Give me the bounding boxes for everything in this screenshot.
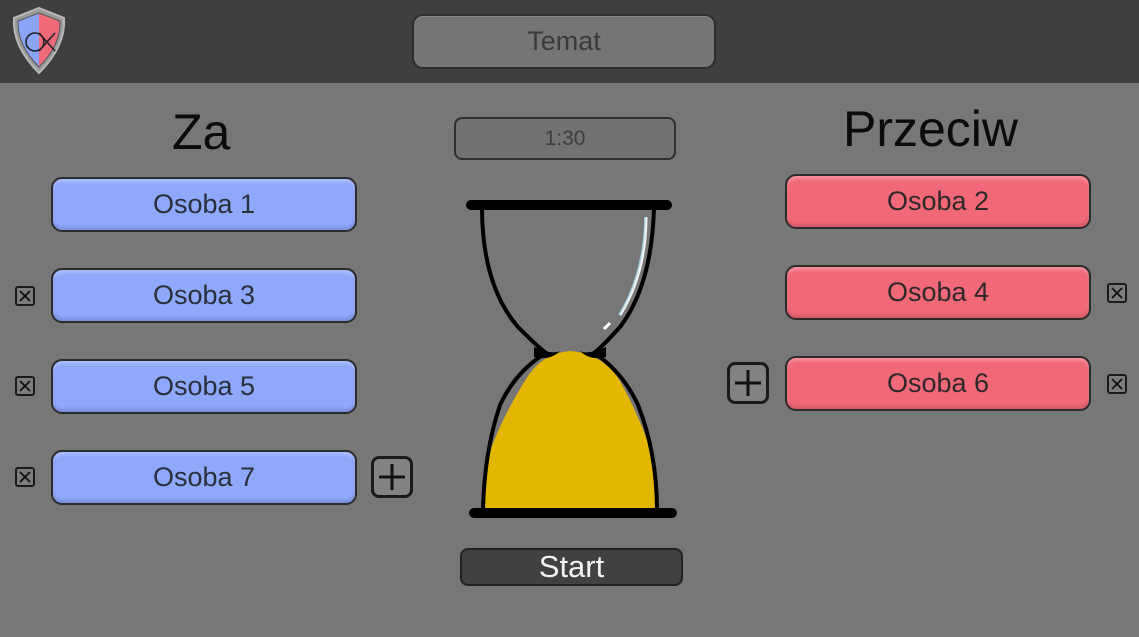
close-box-icon [19,380,31,392]
shield-logo-icon[interactable] [10,6,68,76]
close-box-icon [1111,378,1123,390]
remove-for-person-2-button[interactable] [15,286,35,306]
remove-for-person-3-button[interactable] [15,376,35,396]
for-person-2[interactable]: Osoba 3 [51,268,357,323]
close-box-icon [19,471,31,483]
for-person-1[interactable]: Osoba 1 [51,177,357,232]
plus-icon [735,370,761,396]
against-person-2[interactable]: Osoba 4 [785,265,1091,320]
top-bar: Temat [0,0,1139,83]
close-box-icon [19,290,31,302]
add-for-person-button[interactable] [371,456,413,498]
against-person-1[interactable]: Osoba 2 [785,174,1091,229]
close-box-icon [1111,287,1123,299]
time-limit-field[interactable]: 1:30 [454,117,676,160]
against-side-heading: Przeciw [843,101,1019,157]
remove-against-person-3-button[interactable] [1107,374,1127,394]
remove-for-person-4-button[interactable] [15,467,35,487]
start-button[interactable]: Start [460,548,683,586]
plus-icon [379,464,405,490]
for-side-heading: Za [172,104,231,160]
debate-timer-app: Temat Za Przeciw 1:30 Osoba 1 Osoba 3 Os… [0,0,1139,637]
add-against-person-button[interactable] [727,362,769,404]
for-person-4[interactable]: Osoba 7 [51,450,357,505]
hourglass-icon [466,200,677,518]
for-person-3[interactable]: Osoba 5 [51,359,357,414]
remove-against-person-2-button[interactable] [1107,283,1127,303]
against-person-3[interactable]: Osoba 6 [785,356,1091,411]
topic-input[interactable]: Temat [412,14,716,69]
